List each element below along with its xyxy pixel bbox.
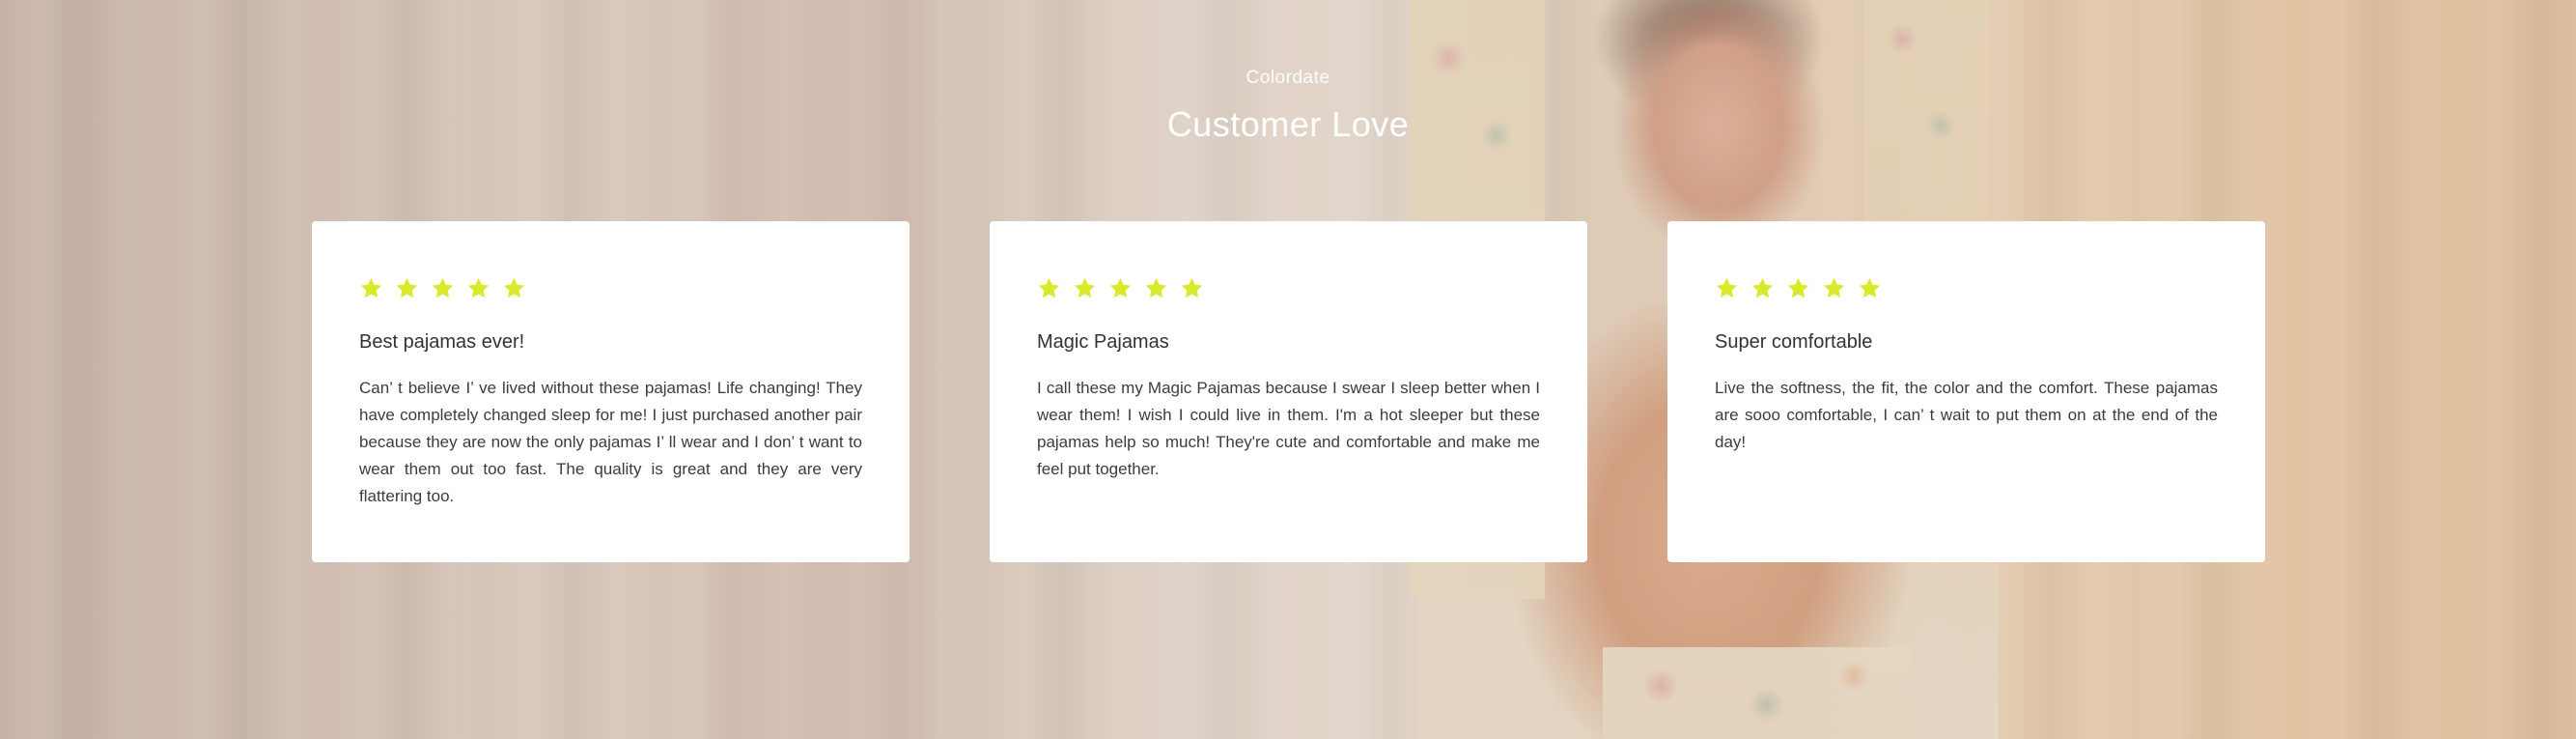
- review-card: Super comfortable Live the softness, the…: [1667, 221, 2265, 562]
- star-icon: [396, 277, 418, 298]
- star-icon: [1074, 277, 1096, 298]
- star-icon: [1823, 277, 1845, 298]
- review-title: Super comfortable: [1715, 331, 1873, 353]
- review-body: I call these my Magic Pajamas because I …: [1037, 379, 1540, 478]
- star-icon: [1181, 277, 1203, 298]
- star-icon: [360, 277, 382, 298]
- review-card: Best pajamas ever! Can’ t believe I’ ve …: [312, 221, 910, 562]
- review-card: Magic Pajamas I call these my Magic Paja…: [990, 221, 1587, 562]
- star-icon: [1109, 277, 1132, 298]
- star-icon: [432, 277, 454, 298]
- review-title: Best pajamas ever!: [359, 331, 525, 353]
- star-rating: [359, 273, 862, 302]
- review-body: Can’ t believe I’ ve lived without these…: [359, 379, 862, 505]
- star-icon: [1145, 277, 1167, 298]
- star-icon: [1751, 277, 1774, 298]
- star-icon: [1859, 277, 1881, 298]
- section-title: Customer Love: [1166, 104, 1410, 144]
- review-title: Magic Pajamas: [1037, 331, 1169, 353]
- star-icon: [467, 277, 490, 298]
- star-icon: [503, 277, 525, 298]
- star-icon: [1787, 277, 1809, 298]
- star-rating: [1715, 273, 2218, 302]
- star-icon: [1038, 277, 1060, 298]
- review-cards: Best pajamas ever! Can’ t believe I’ ve …: [312, 221, 2265, 562]
- star-rating: [1037, 273, 1540, 302]
- brand-name: Colordate: [1246, 68, 1330, 88]
- star-icon: [1716, 277, 1738, 298]
- section-header: Colordate Customer Love: [0, 68, 2576, 145]
- review-body: Live the softness, the fit, the color an…: [1715, 379, 2218, 451]
